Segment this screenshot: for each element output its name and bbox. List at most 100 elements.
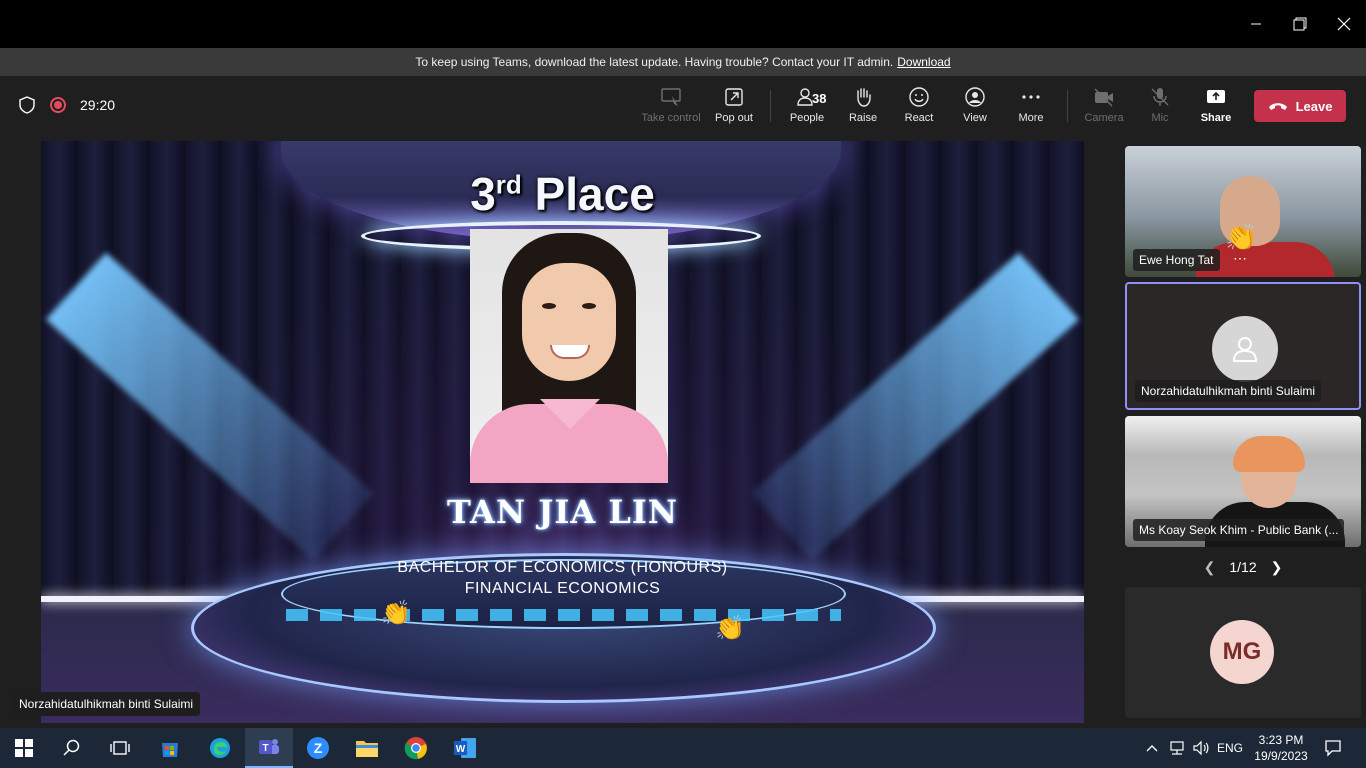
mic-off-icon bbox=[1151, 88, 1169, 106]
phone-hangup-icon bbox=[1268, 103, 1287, 110]
update-banner-text: To keep using Teams, download the latest… bbox=[415, 55, 894, 69]
shield-icon[interactable] bbox=[18, 96, 36, 114]
recording-icon bbox=[50, 97, 66, 113]
people-count: 38 bbox=[812, 91, 827, 106]
participant-hair bbox=[1233, 436, 1305, 472]
task-view-icon[interactable] bbox=[96, 728, 144, 768]
degree-line-2: FINANCIAL ECONOMICS bbox=[464, 580, 661, 597]
participant-tile[interactable]: 👏 Ewe Hong Tat ⋯ bbox=[1125, 146, 1361, 277]
chrome-browser-icon[interactable] bbox=[392, 728, 440, 768]
language-indicator[interactable]: ENG bbox=[1214, 728, 1246, 768]
clock-date: 19/9/2023 bbox=[1254, 749, 1308, 763]
place-title: 3rd Place bbox=[41, 167, 1084, 221]
pop-out-icon bbox=[725, 88, 743, 106]
microsoft-store-icon[interactable] bbox=[146, 728, 194, 768]
windows-taskbar: T Z W ENG 3:23 PM 19/9/2023 bbox=[0, 728, 1366, 768]
clap-reaction-emoji: 👏 bbox=[715, 615, 745, 642]
pop-out-button[interactable]: Pop out bbox=[706, 86, 762, 130]
shared-content-stage: 3rd Place TAN JIA LIN BACHELOR OF ECONOM… bbox=[41, 141, 1084, 723]
place-number: 3 bbox=[470, 168, 496, 220]
gallery-pager: ❮ 1/12 ❯ bbox=[1125, 556, 1361, 578]
clap-reaction-emoji: 👏 bbox=[381, 600, 411, 627]
volume-icon[interactable] bbox=[1190, 728, 1212, 768]
toolbar-divider bbox=[770, 90, 771, 122]
raise-label: Raise bbox=[848, 112, 878, 124]
student-photo bbox=[470, 229, 668, 483]
camera-off-icon bbox=[1094, 88, 1113, 107]
more-icon bbox=[1022, 95, 1040, 99]
camera-button[interactable]: Camera bbox=[1076, 86, 1132, 130]
mic-button[interactable]: Mic bbox=[1132, 86, 1188, 130]
mic-label: Mic bbox=[1151, 112, 1169, 124]
svg-text:Z: Z bbox=[314, 740, 323, 756]
pop-out-label: Pop out bbox=[715, 112, 753, 124]
place-suffix: rd bbox=[495, 169, 522, 200]
meeting-status: 29:20 bbox=[18, 96, 115, 114]
presenter-name-label: Norzahidatulhikmah binti Sulaimi bbox=[12, 692, 201, 716]
download-link[interactable]: Download bbox=[897, 55, 950, 69]
view-icon bbox=[965, 87, 985, 107]
leave-label: Leave bbox=[1295, 98, 1333, 114]
photo-face bbox=[522, 263, 616, 381]
smiley-icon bbox=[909, 87, 929, 107]
avatar bbox=[1212, 316, 1278, 382]
view-label: View bbox=[963, 112, 987, 124]
toolbar-divider bbox=[1067, 90, 1068, 122]
take-control-button[interactable]: Take control bbox=[641, 86, 701, 130]
take-control-label: Take control bbox=[641, 112, 701, 124]
update-banner: To keep using Teams, download the latest… bbox=[0, 48, 1366, 76]
chevron-up-icon[interactable] bbox=[1142, 728, 1162, 768]
react-button[interactable]: React bbox=[891, 86, 947, 130]
student-name: TAN JIA LIN bbox=[446, 493, 679, 531]
word-app-icon[interactable]: W bbox=[441, 728, 489, 768]
avatar-initials: MG bbox=[1210, 620, 1274, 684]
chevron-left-icon[interactable]: ❮ bbox=[1204, 559, 1216, 576]
participant-tile-active[interactable]: Norzahidatulhikmah binti Sulaimi bbox=[1125, 282, 1361, 410]
notifications-icon[interactable] bbox=[1318, 728, 1348, 768]
edge-browser-icon[interactable] bbox=[196, 728, 244, 768]
maximize-icon[interactable] bbox=[1280, 8, 1320, 40]
react-label: React bbox=[904, 112, 934, 124]
more-options-icon[interactable]: ⋯ bbox=[1233, 250, 1247, 267]
clock-time: 3:23 PM bbox=[1258, 733, 1304, 747]
leave-button[interactable]: Leave bbox=[1254, 90, 1346, 122]
search-icon[interactable] bbox=[48, 728, 96, 768]
participant-name: Ms Koay Seok Khim - Public Bank (... bbox=[1133, 519, 1345, 541]
view-button[interactable]: View bbox=[947, 86, 1003, 130]
raise-hand-icon bbox=[857, 88, 871, 107]
windows-start-icon[interactable] bbox=[0, 728, 48, 768]
participant-tile[interactable]: MG bbox=[1125, 587, 1361, 718]
more-button[interactable]: More bbox=[1003, 86, 1059, 130]
svg-text:T: T bbox=[262, 743, 268, 754]
share-icon bbox=[1207, 90, 1225, 103]
file-explorer-icon[interactable] bbox=[343, 728, 391, 768]
people-label: People bbox=[789, 112, 825, 124]
podium-lights bbox=[286, 609, 841, 621]
network-icon[interactable] bbox=[1166, 728, 1188, 768]
participant-tile[interactable]: Ms Koay Seok Khim - Public Bank (... bbox=[1125, 416, 1361, 547]
meeting-timer: 29:20 bbox=[80, 97, 116, 113]
degree-text: BACHELOR OF ECONOMICS (HONOURS) FINANCIA… bbox=[41, 557, 1084, 599]
participant-name: Ewe Hong Tat bbox=[1133, 249, 1220, 271]
chevron-right-icon[interactable]: ❯ bbox=[1271, 559, 1283, 576]
window-titlebar bbox=[0, 0, 1366, 48]
share-label: Share bbox=[1200, 112, 1232, 124]
teams-app-icon[interactable]: T bbox=[245, 728, 293, 768]
svg-text:W: W bbox=[456, 744, 466, 755]
close-icon[interactable] bbox=[1324, 8, 1364, 40]
take-control-icon bbox=[661, 88, 681, 106]
people-button[interactable]: 38 People bbox=[779, 86, 835, 130]
clap-reaction-emoji: 👏 bbox=[1225, 222, 1258, 252]
zoom-app-icon[interactable]: Z bbox=[294, 728, 342, 768]
photo-eye bbox=[542, 303, 556, 309]
taskbar-clock[interactable]: 3:23 PM 19/9/2023 bbox=[1248, 732, 1314, 764]
more-label: More bbox=[1018, 112, 1044, 124]
raise-hand-button[interactable]: Raise bbox=[835, 86, 891, 130]
participant-name: Norzahidatulhikmah binti Sulaimi bbox=[1135, 380, 1322, 402]
gallery-page-indicator: 1/12 bbox=[1229, 559, 1257, 575]
degree-line-1: BACHELOR OF ECONOMICS (HONOURS) bbox=[397, 559, 728, 576]
place-word: Place bbox=[521, 168, 655, 220]
share-button[interactable]: Share bbox=[1188, 86, 1244, 130]
camera-label: Camera bbox=[1084, 112, 1124, 124]
minimize-icon[interactable] bbox=[1236, 8, 1276, 40]
